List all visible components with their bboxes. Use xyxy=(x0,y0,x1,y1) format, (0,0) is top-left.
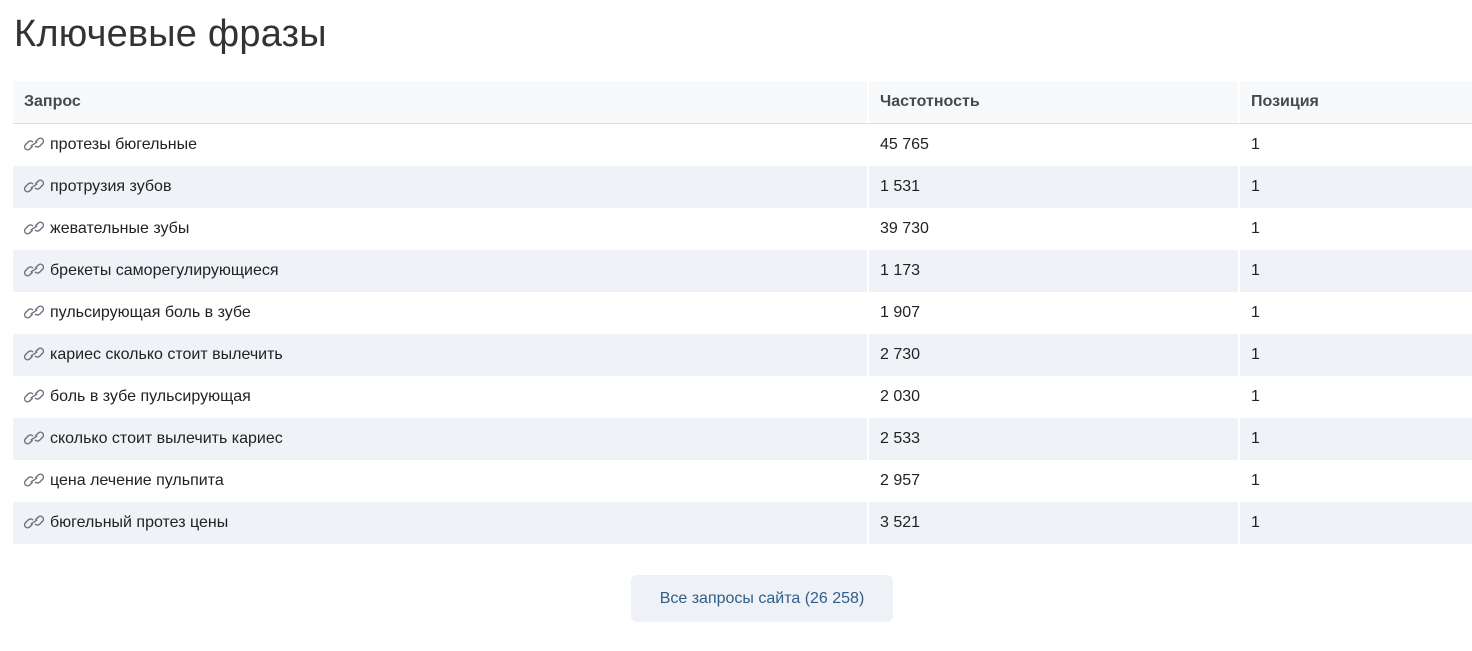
link-icon xyxy=(23,179,45,193)
table-row: протезы бюгельные 45 765 1 xyxy=(13,124,1472,166)
header-position: Позиция xyxy=(1240,81,1472,124)
query-cell[interactable]: кариес сколько стоит вылечить xyxy=(13,334,869,376)
query-cell[interactable]: сколько стоит вылечить кариес xyxy=(13,418,869,460)
frequency-cell: 2 730 xyxy=(869,334,1240,376)
frequency-cell: 45 765 xyxy=(869,124,1240,166)
position-cell: 1 xyxy=(1251,220,1260,237)
link-icon xyxy=(23,431,45,445)
link-icon xyxy=(23,347,45,361)
table-row: жевательные зубы 39 730 1 xyxy=(13,208,1472,250)
query-link[interactable]: протрузия зубов xyxy=(50,178,171,195)
table-row: протрузия зубов 1 531 1 xyxy=(13,166,1472,208)
query-cell[interactable]: бюгельный протез цены xyxy=(13,502,869,544)
header-frequency: Частотность xyxy=(869,81,1240,124)
query-cell[interactable]: жевательные зубы xyxy=(13,208,869,250)
page-title: Ключевые фразы xyxy=(14,13,327,55)
query-link[interactable]: протезы бюгельные xyxy=(50,136,197,153)
table-row: цена лечение пульпита 2 957 1 xyxy=(13,460,1472,502)
query-link[interactable]: кариес сколько стоит вылечить xyxy=(50,346,283,363)
table-row: боль в зубе пульсирующая 2 030 1 xyxy=(13,376,1472,418)
frequency-cell: 1 907 xyxy=(869,292,1240,334)
position-cell: 1 xyxy=(1240,166,1472,208)
keywords-table: Запрос Частотность Позиция протезы бюгел… xyxy=(13,81,1472,544)
query-cell[interactable]: брекеты саморегулирующиеся xyxy=(13,250,869,292)
table-row: бюгельный протез цены 3 521 1 xyxy=(13,502,1472,544)
position-cell: 1 xyxy=(1251,304,1260,321)
query-cell[interactable]: протрузия зубов xyxy=(13,166,869,208)
all-queries-button[interactable]: Все запросы сайта (26 258) xyxy=(631,575,893,622)
query-link[interactable]: пульсирующая боль в зубе xyxy=(50,304,251,321)
position-cell: 1 xyxy=(1240,250,1472,292)
frequency-cell: 1 173 xyxy=(869,250,1240,292)
frequency-cell: 39 730 xyxy=(869,208,1240,250)
position-cell: 1 xyxy=(1240,502,1472,544)
query-link[interactable]: сколько стоит вылечить кариес xyxy=(50,430,283,447)
link-icon xyxy=(23,221,45,235)
header-query: Запрос xyxy=(13,81,869,124)
query-cell[interactable]: цена лечение пульпита xyxy=(13,460,869,502)
table-body: протезы бюгельные 45 765 1 протрузия зубов 1… xyxy=(13,124,1472,544)
position-cell: 1 xyxy=(1251,388,1260,405)
table-header-row: Запрос Частотность Позиция xyxy=(13,81,1472,124)
frequency-cell: 2 957 xyxy=(869,460,1240,502)
query-link[interactable]: боль в зубе пульсирующая xyxy=(50,388,251,405)
position-cell: 1 xyxy=(1251,136,1260,153)
query-link[interactable]: цена лечение пульпита xyxy=(50,472,224,489)
link-icon xyxy=(23,389,45,403)
link-icon xyxy=(23,515,45,529)
table-row: пульсирующая боль в зубе 1 907 1 xyxy=(13,292,1472,334)
frequency-cell: 1 531 xyxy=(869,166,1240,208)
query-link[interactable]: жевательные зубы xyxy=(50,220,189,237)
table-row: брекеты саморегулирующиеся 1 173 1 xyxy=(13,250,1472,292)
query-cell[interactable]: пульсирующая боль в зубе xyxy=(13,292,869,334)
position-cell: 1 xyxy=(1240,418,1472,460)
link-icon xyxy=(23,305,45,319)
frequency-cell: 2 533 xyxy=(869,418,1240,460)
query-link[interactable]: бюгельный протез цены xyxy=(50,514,228,531)
link-icon xyxy=(23,263,45,277)
link-icon xyxy=(23,473,45,487)
table-row: кариес сколько стоит вылечить 2 730 1 xyxy=(13,334,1472,376)
position-cell: 1 xyxy=(1240,334,1472,376)
frequency-cell: 3 521 xyxy=(869,502,1240,544)
link-icon xyxy=(23,137,45,151)
query-link[interactable]: брекеты саморегулирующиеся xyxy=(50,262,279,279)
query-cell[interactable]: боль в зубе пульсирующая xyxy=(13,376,869,418)
frequency-cell: 2 030 xyxy=(869,376,1240,418)
query-cell[interactable]: протезы бюгельные xyxy=(13,124,869,166)
table-row: сколько стоит вылечить кариес 2 533 1 xyxy=(13,418,1472,460)
position-cell: 1 xyxy=(1251,472,1260,489)
